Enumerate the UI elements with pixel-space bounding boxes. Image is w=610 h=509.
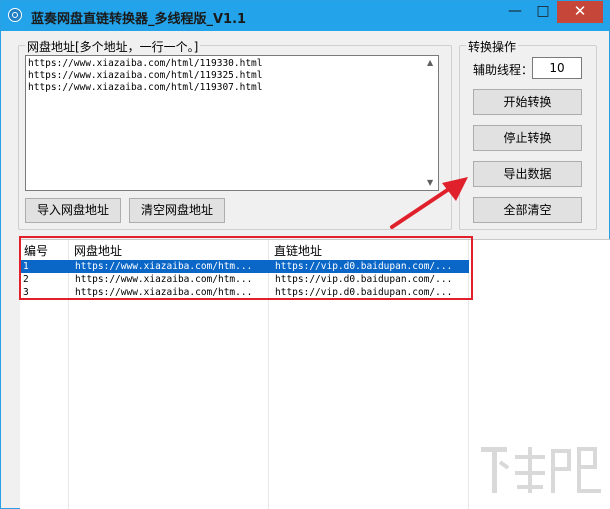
window-title: 蓝奏网盘直链转换器_多线程版_V1.1 [31, 12, 247, 27]
thread-count-input[interactable]: 10 [532, 57, 582, 79]
ops-group-label: 转换操作 [466, 38, 519, 55]
xiazaiba-logo-icon [481, 447, 601, 493]
annotation-arrow-icon [390, 177, 468, 229]
app-icon [8, 8, 22, 22]
export-data-button[interactable]: 导出数据 [473, 161, 582, 187]
thread-label: 辅助线程： [473, 63, 534, 77]
start-convert-button[interactable]: 开始转换 [473, 89, 582, 115]
clear-urls-button[interactable]: 清空网盘地址 [129, 198, 225, 223]
url-group-label: 网盘地址[多个地址，一行一个。] [25, 38, 201, 55]
title-bar[interactable]: 蓝奏网盘直链转换器_多线程版_V1.1 — □ ✕ [1, 1, 609, 31]
scroll-up-icon[interactable]: ▲ [427, 58, 433, 67]
minimize-button[interactable]: — [501, 1, 529, 23]
annotation-highlight-box [19, 236, 473, 300]
url-textarea[interactable] [25, 55, 439, 191]
import-urls-button[interactable]: 导入网盘地址 [25, 198, 121, 223]
clear-all-button[interactable]: 全部清空 [473, 197, 582, 223]
close-button[interactable]: ✕ [557, 1, 603, 23]
stop-convert-button[interactable]: 停止转换 [473, 125, 582, 151]
maximize-button[interactable]: □ [529, 1, 557, 23]
app-window: 蓝奏网盘直链转换器_多线程版_V1.1 — □ ✕ 网盘地址[多个地址，一行一个… [0, 0, 610, 509]
